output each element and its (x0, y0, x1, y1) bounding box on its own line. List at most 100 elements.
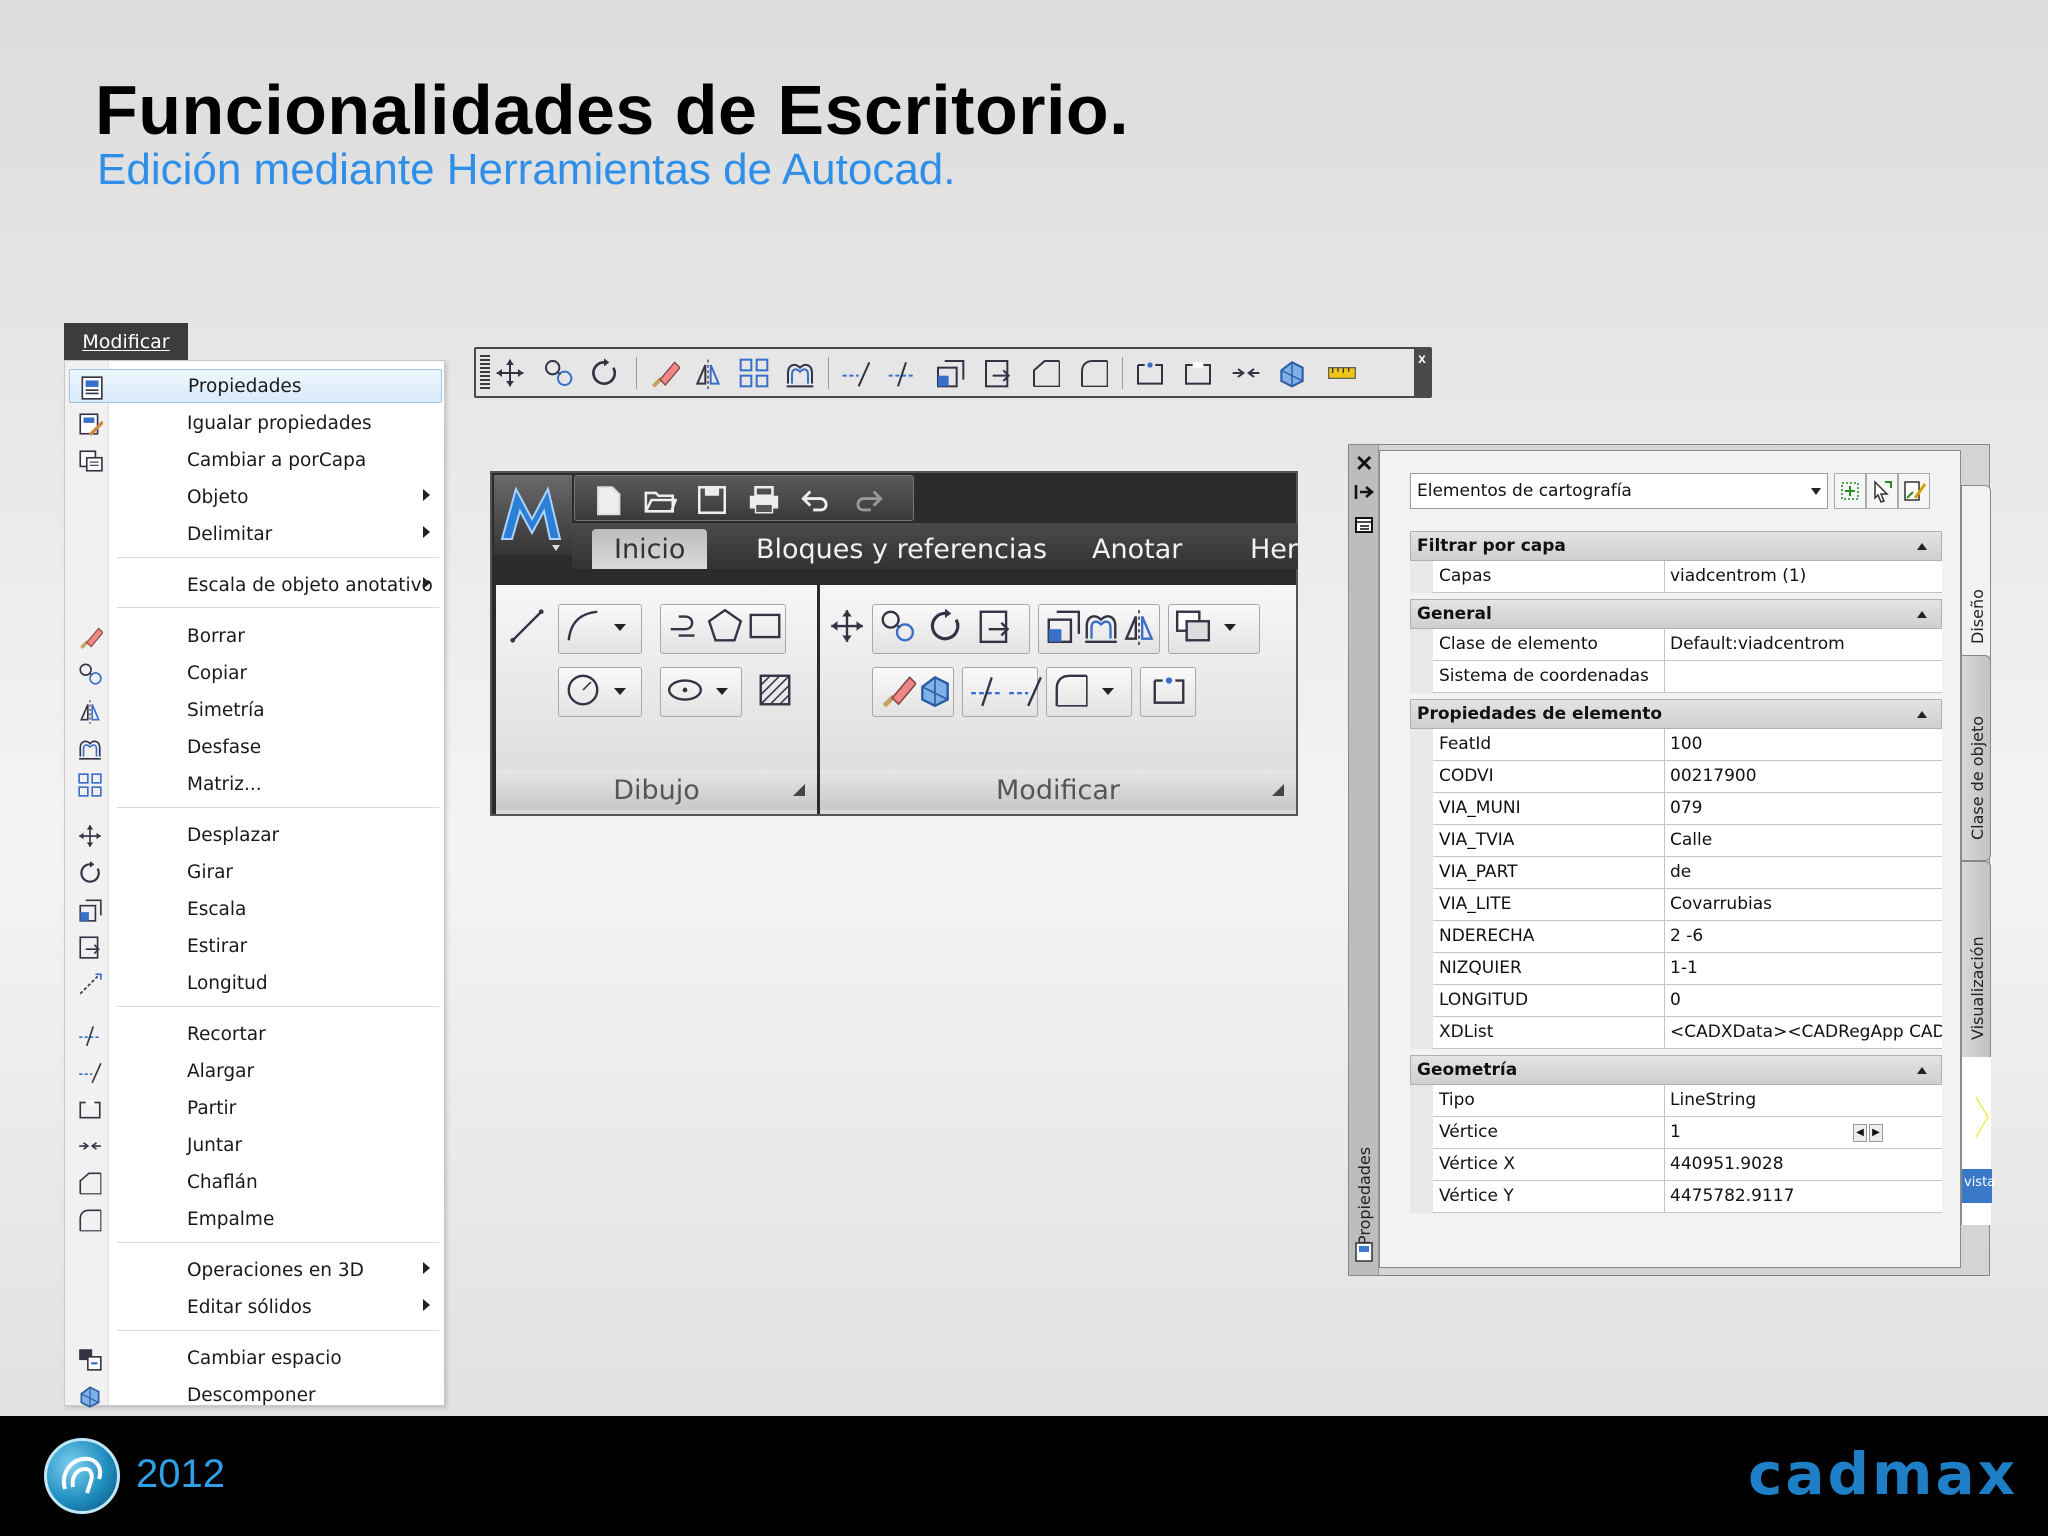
menu-item-cambiar-espacio[interactable]: Cambiar espacio (69, 1341, 442, 1375)
panel-dibujo-title[interactable]: Dibujo (496, 770, 817, 810)
menu-item-editar-solidos[interactable]: Editar sólidos (69, 1290, 442, 1324)
property-value[interactable]: 00217900 (1666, 761, 1942, 792)
ribbon-button-arc[interactable] (564, 607, 606, 649)
toolbar-button-chamfer[interactable] (1030, 357, 1066, 389)
panel-launcher-icon[interactable] (793, 784, 805, 796)
dropdown-arrow-icon[interactable] (608, 615, 632, 639)
menu-item-empalme[interactable]: Empalme (69, 1202, 442, 1236)
property-row[interactable]: NDERECHA 2 -6 (1433, 921, 1942, 953)
ribbon-button-stretch[interactable] (976, 607, 1018, 649)
property-value[interactable]: 440951.9028 (1666, 1149, 1942, 1180)
ribbon-button-draworder[interactable] (1174, 607, 1216, 649)
palette-options-icon[interactable] (1354, 515, 1374, 535)
menu-item-matriz[interactable]: Matriz... (69, 767, 442, 801)
application-menu-button[interactable] (494, 475, 572, 555)
qat-button-save[interactable] (695, 483, 731, 515)
ribbon-button-line[interactable] (508, 607, 550, 649)
property-value[interactable]: viadcentrom (1) (1666, 561, 1942, 592)
collapse-caret-icon[interactable] (1917, 711, 1927, 718)
toolbar-close-button[interactable]: x (1414, 349, 1430, 396)
properties-mini-icon[interactable] (1354, 1241, 1374, 1263)
menu-item-borrar[interactable]: Borrar (69, 619, 442, 653)
select-features-button[interactable] (1834, 473, 1866, 509)
toolbar-button-fillet[interactable] (1078, 357, 1114, 389)
property-row[interactable]: Vértice 1 ◀ ▶ (1433, 1117, 1942, 1149)
qat-button-print[interactable] (747, 483, 783, 515)
previous-vertex-button[interactable]: ◀ (1853, 1124, 1867, 1142)
ribbon-button-polyline[interactable] (666, 607, 708, 649)
toolbar-button-mirror[interactable] (692, 357, 728, 389)
tab-herramientas[interactable]: Her (1250, 529, 1298, 569)
property-value[interactable]: 0 (1666, 985, 1942, 1016)
qat-button-redo[interactable] (851, 483, 887, 515)
palette-close-icon[interactable]: ✕ (1355, 451, 1373, 477)
dropdown-arrow-icon[interactable] (608, 679, 632, 703)
ribbon-button-fillet[interactable] (1052, 671, 1094, 713)
tab-inicio[interactable]: Inicio (592, 529, 708, 569)
property-value[interactable]: 1 (1666, 1117, 1942, 1148)
property-row[interactable]: FeatId 100 (1433, 729, 1942, 761)
menu-item-escala[interactable]: Escala (69, 892, 442, 926)
ribbon-button-offset[interactable] (1082, 607, 1124, 649)
property-value[interactable]: de (1666, 857, 1942, 888)
menu-item-longitud[interactable]: Longitud (69, 966, 442, 1000)
menu-item-chaflan[interactable]: Chaflán (69, 1165, 442, 1199)
ribbon-button-trim[interactable] (968, 671, 1010, 713)
menu-item-girar[interactable]: Girar (69, 855, 442, 889)
menu-item-alargar[interactable]: Alargar (69, 1054, 442, 1088)
toolbar-button-stretch[interactable] (982, 357, 1018, 389)
property-row[interactable]: Clase de elemento Default:viadcentrom (1433, 629, 1942, 661)
menu-item-partir[interactable]: Partir (69, 1091, 442, 1125)
property-value[interactable]: 4475782.9117 (1666, 1181, 1942, 1212)
menu-item-simetria[interactable]: Simetría (69, 693, 442, 727)
collapse-caret-icon[interactable] (1917, 543, 1927, 550)
menu-item-estirar[interactable]: Estirar (69, 929, 442, 963)
qat-button-new-file[interactable] (591, 483, 627, 516)
property-row[interactable]: CODVI 00217900 (1433, 761, 1942, 793)
ribbon-button-rectangle[interactable] (746, 607, 788, 649)
palette-title-strip[interactable]: ✕ Propiedades (1349, 445, 1379, 1275)
side-tab-diseno[interactable]: Diseño (1961, 485, 1991, 665)
ribbon-button-rotate[interactable] (926, 607, 968, 649)
property-value[interactable]: 079 (1666, 793, 1942, 824)
auto-hide-icon[interactable] (1354, 483, 1374, 501)
property-value[interactable]: Default:viadcentrom (1666, 629, 1942, 660)
qat-button-undo[interactable] (799, 483, 835, 515)
panel-modificar-title[interactable]: Modificar (820, 770, 1296, 810)
property-value[interactable] (1666, 661, 1942, 692)
qat-button-open-file[interactable] (643, 483, 679, 515)
ribbon-button-polygon[interactable] (706, 607, 748, 649)
category-propiedades-de-elemento[interactable]: Propiedades de elemento (1410, 699, 1942, 729)
property-row[interactable]: LONGITUD 0 (1433, 985, 1942, 1017)
property-row[interactable]: VIA_TVIA Calle (1433, 825, 1942, 857)
menu-item-cambiar-a-porcapa[interactable]: Cambiar a porCapa (69, 443, 442, 477)
toolbar-button-join[interactable] (1230, 357, 1266, 389)
toolbar-button-erase[interactable] (648, 357, 684, 389)
menu-item-propiedades[interactable]: Propiedades (69, 369, 442, 403)
property-row[interactable]: Vértice Y 4475782.9117 (1433, 1181, 1942, 1213)
panel-launcher-icon[interactable] (1272, 784, 1284, 796)
toolbar-button-measure[interactable] (1326, 357, 1362, 389)
toolbar-button-offset[interactable] (784, 357, 820, 389)
menu-item-recortar[interactable]: Recortar (69, 1017, 442, 1051)
edit-attributes-button[interactable] (1898, 473, 1930, 509)
toolbar-button-explode[interactable] (1276, 357, 1312, 389)
ribbon-button-erase[interactable] (878, 671, 920, 713)
collapse-caret-icon[interactable] (1917, 1067, 1927, 1074)
quick-select-button[interactable] (1866, 473, 1898, 509)
ribbon-button-circle[interactable] (564, 671, 606, 713)
menu-item-delimitar[interactable]: Delimitar (69, 517, 442, 551)
toolbar-button-move[interactable] (494, 357, 530, 389)
side-tab-clase-de-objeto[interactable]: Clase de objeto (1961, 655, 1991, 861)
toolbar-button-scale[interactable] (934, 357, 970, 389)
property-row[interactable]: Vértice X 440951.9028 (1433, 1149, 1942, 1181)
toolbar-button-break-at-point[interactable] (1134, 357, 1170, 389)
side-tab-visualizacion[interactable]: Visualización (1961, 861, 1991, 1061)
category-general[interactable]: General (1410, 599, 1942, 629)
toolbar-button-break[interactable] (1182, 357, 1218, 389)
tab-bloques-y-referencias[interactable]: Bloques y referencias (756, 529, 1047, 569)
menu-item-copiar[interactable]: Copiar (69, 656, 442, 690)
category-filtrar-por-capa[interactable]: Filtrar por capa (1410, 531, 1942, 561)
toolbar-button-copy[interactable] (542, 357, 578, 389)
menu-item-escala-de-objeto-anotativo[interactable]: Escala de objeto anotativo (69, 568, 442, 602)
